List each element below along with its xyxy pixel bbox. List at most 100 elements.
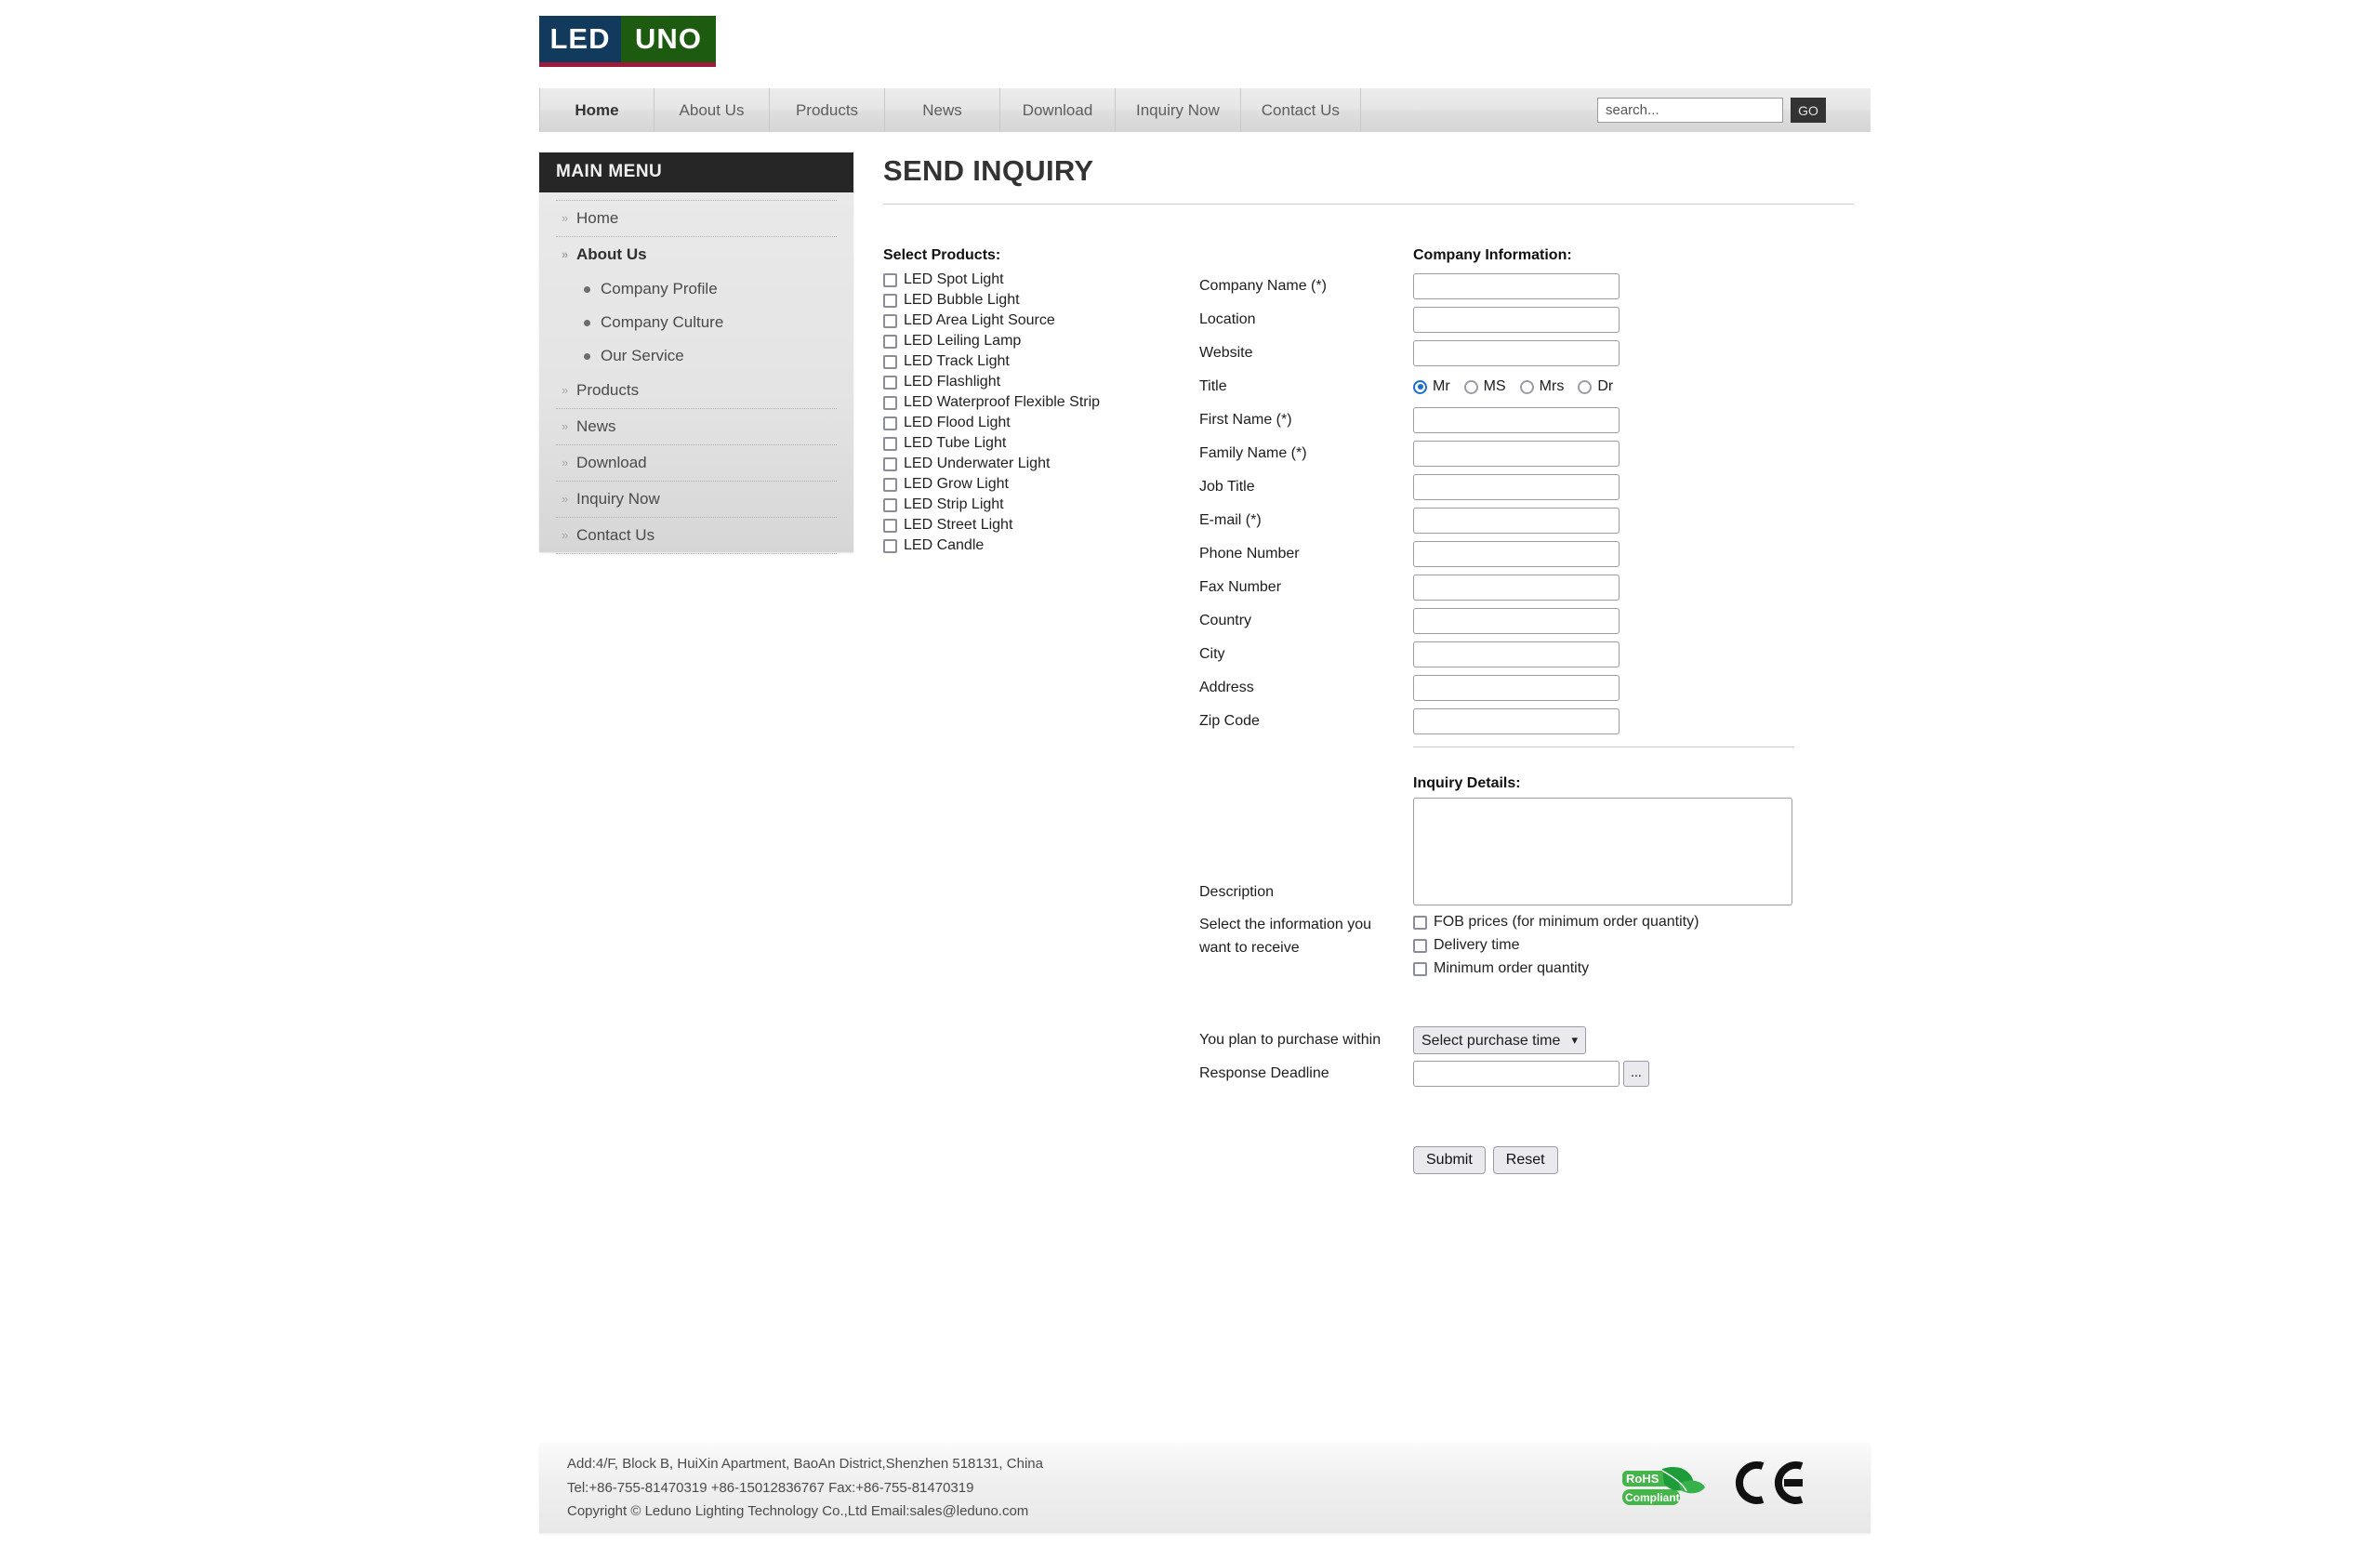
sidebar-item-home[interactable]: » Home: [556, 200, 837, 236]
checkbox-icon[interactable]: [1413, 915, 1427, 930]
purchase-time-select[interactable]: Select purchase time: [1413, 1026, 1586, 1054]
nav-item-about-us[interactable]: About Us: [654, 88, 770, 132]
product-checkbox-row[interactable]: LED Flashlight: [883, 374, 1199, 390]
sidebar-item-download[interactable]: » Download: [556, 444, 837, 481]
nav-item-news[interactable]: News: [885, 88, 1000, 132]
checkbox-icon[interactable]: [883, 272, 897, 287]
product-label: LED Tube Light: [904, 435, 1007, 451]
sidebar-item-label: Home: [576, 209, 619, 227]
nav-item-contact-us[interactable]: Contact Us: [1241, 88, 1361, 132]
phone-number-input[interactable]: [1413, 541, 1620, 567]
product-checkbox-row[interactable]: LED Street Light: [883, 517, 1199, 534]
nav-item-home[interactable]: Home: [539, 88, 654, 132]
checkbox-icon[interactable]: [883, 538, 897, 553]
info-checkbox-row[interactable]: FOB prices (for minimum order quantity): [1413, 914, 1699, 931]
radio-label-ms: MS: [1483, 378, 1506, 394]
product-checkbox-row[interactable]: LED Spot Light: [883, 271, 1199, 288]
field-label: Company Name (*): [1199, 278, 1327, 294]
description-textarea[interactable]: [1413, 798, 1792, 905]
svg-text:Compliant: Compliant: [1625, 1491, 1680, 1504]
sidebar-item-news[interactable]: » News: [556, 408, 837, 444]
response-deadline-input[interactable]: [1413, 1061, 1620, 1087]
product-checkbox-row[interactable]: LED Waterproof Flexible Strip: [883, 394, 1199, 411]
date-picker-button[interactable]: ...: [1623, 1061, 1649, 1087]
sidebar-item-inquiry-now[interactable]: » Inquiry Now: [556, 481, 837, 517]
sidebar-subitem-our-service[interactable]: Our Service: [556, 339, 837, 373]
location-input[interactable]: [1413, 307, 1620, 333]
city-input[interactable]: [1413, 641, 1620, 667]
checkbox-icon[interactable]: [883, 313, 897, 328]
submit-button[interactable]: Submit: [1413, 1146, 1486, 1174]
site-logo[interactable]: LED UNO: [539, 16, 716, 67]
product-label: LED Waterproof Flexible Strip: [904, 394, 1101, 410]
nav-item-list: Home About Us Products News Download Inq…: [539, 88, 1361, 132]
nav-label: About Us: [679, 100, 745, 119]
search-go-button[interactable]: GO: [1791, 98, 1826, 123]
product-checkbox-row[interactable]: LED Leiling Lamp: [883, 333, 1199, 350]
country-input[interactable]: [1413, 608, 1620, 634]
address-input[interactable]: [1413, 675, 1620, 701]
checkbox-icon[interactable]: [1413, 961, 1427, 976]
bullet-icon: [584, 353, 590, 360]
first-name-input[interactable]: [1413, 407, 1620, 433]
company-name-input[interactable]: [1413, 273, 1620, 299]
chevron-right-icon: »: [562, 528, 569, 542]
field-description: Description: [1199, 798, 1854, 905]
checkbox-icon[interactable]: [883, 416, 897, 430]
family-name-input[interactable]: [1413, 441, 1620, 467]
sidebar-item-label: News: [576, 417, 616, 435]
field-first-name: First Name (*): [1199, 403, 1854, 437]
nav-item-inquiry-now[interactable]: Inquiry Now: [1116, 88, 1241, 132]
checkbox-icon[interactable]: [883, 497, 897, 512]
info-checkbox-row[interactable]: Minimum order quantity: [1413, 960, 1699, 977]
checkbox-icon[interactable]: [883, 354, 897, 369]
sidebar-item-about-us[interactable]: » About Us: [556, 236, 837, 272]
checkbox-icon[interactable]: [883, 477, 897, 492]
product-checkbox-row[interactable]: LED Bubble Light: [883, 292, 1199, 309]
fax-number-input[interactable]: [1413, 575, 1620, 601]
checkbox-icon[interactable]: [883, 375, 897, 390]
checkbox-icon[interactable]: [883, 456, 897, 471]
field-label: Description: [1199, 884, 1275, 900]
nav-item-download[interactable]: Download: [1000, 88, 1116, 132]
search-input[interactable]: [1597, 98, 1783, 123]
product-checkbox-row[interactable]: LED Candle: [883, 537, 1199, 554]
product-label: LED Leiling Lamp: [904, 333, 1022, 349]
zip-code-input[interactable]: [1413, 708, 1620, 734]
purchase-block: You plan to purchase within Select purch…: [1199, 1024, 1854, 1090]
radio-mr[interactable]: [1413, 379, 1427, 394]
checkbox-icon[interactable]: [883, 293, 897, 308]
job-title-input[interactable]: [1413, 474, 1620, 500]
website-input[interactable]: [1413, 340, 1620, 366]
radio-dr[interactable]: [1578, 379, 1593, 394]
radio-label-dr: Dr: [1597, 378, 1614, 394]
sidebar-item-contact-us[interactable]: » Contact Us: [556, 517, 837, 554]
product-checkbox-row[interactable]: LED Tube Light: [883, 435, 1199, 452]
checkbox-icon[interactable]: [883, 518, 897, 533]
product-checkbox-row[interactable]: LED Track Light: [883, 353, 1199, 370]
checkbox-icon[interactable]: [883, 436, 897, 451]
product-checkbox-row[interactable]: LED Strip Light: [883, 496, 1199, 513]
sidebar-subitem-company-profile[interactable]: Company Profile: [556, 272, 837, 306]
sidebar-subitem-company-culture[interactable]: Company Culture: [556, 306, 837, 339]
reset-button[interactable]: Reset: [1492, 1146, 1558, 1174]
product-label: LED Underwater Light: [904, 456, 1051, 471]
nav-item-products[interactable]: Products: [770, 88, 885, 132]
email-input[interactable]: [1413, 508, 1620, 534]
radio-ms[interactable]: [1463, 379, 1478, 394]
field-address: Address: [1199, 671, 1854, 705]
nav-label: Products: [795, 100, 859, 119]
checkbox-icon[interactable]: [1413, 938, 1427, 953]
product-checkbox-row[interactable]: LED Grow Light: [883, 476, 1199, 493]
checkbox-icon[interactable]: [883, 395, 897, 410]
info-checkbox-row[interactable]: Delivery time: [1413, 937, 1699, 954]
main-navigation: Home About Us Products News Download Inq…: [539, 88, 1871, 132]
radio-mrs[interactable]: [1519, 379, 1534, 394]
product-checkbox-row[interactable]: LED Underwater Light: [883, 456, 1199, 472]
product-checkbox-row[interactable]: LED Area Light Source: [883, 312, 1199, 329]
product-checkbox-row[interactable]: LED Flood Light: [883, 415, 1199, 431]
footer-contact: Tel:+86-755-81470319 +86-15012836767 Fax…: [567, 1479, 974, 1496]
page-title: SEND INQUIRY: [883, 154, 1094, 187]
sidebar-item-products[interactable]: » Products: [556, 373, 837, 408]
checkbox-icon[interactable]: [883, 334, 897, 349]
